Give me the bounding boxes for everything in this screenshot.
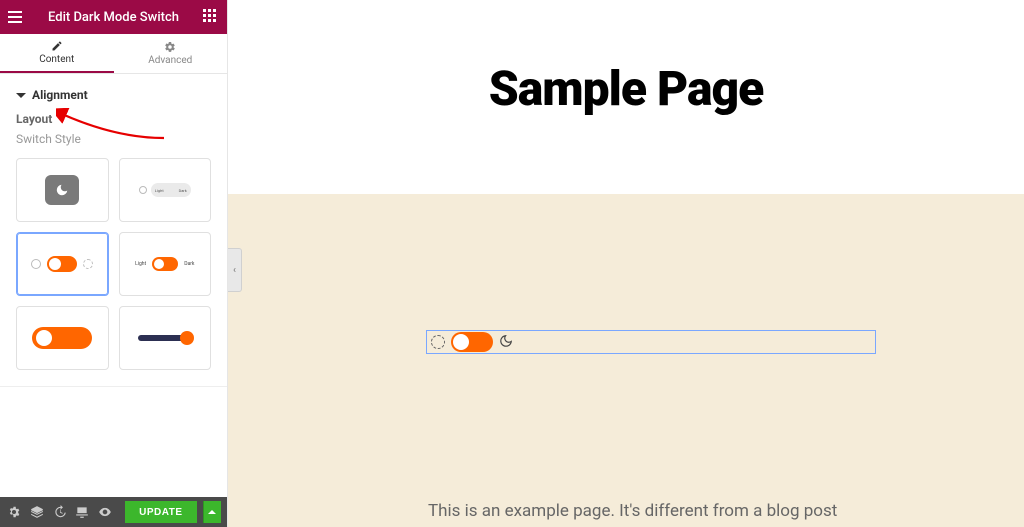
moon-block-icon (45, 175, 79, 205)
label-dark: Dark (184, 261, 194, 267)
tab-advanced-label: Advanced (148, 55, 192, 66)
pencil-icon (51, 40, 63, 52)
menu-icon[interactable] (8, 9, 24, 25)
section-alignment-header[interactable]: Alignment (0, 74, 227, 112)
collapse-panel-handle[interactable]: ‹ (228, 248, 242, 292)
moon-icon (499, 333, 513, 352)
settings-icon[interactable] (6, 502, 23, 522)
caret-up-icon (208, 510, 216, 514)
pill-toggle-icon (32, 327, 92, 349)
dark-mode-switch-widget[interactable] (426, 330, 876, 354)
update-button[interactable]: UPDATE (125, 501, 196, 523)
toggle-icon (152, 257, 178, 271)
responsive-icon[interactable] (74, 502, 91, 522)
switch-style-2[interactable]: Light Dark (119, 158, 212, 222)
tab-content[interactable]: Content (0, 34, 114, 73)
content-band (228, 194, 1024, 527)
switch-style-grid: Light Dark Lig (16, 158, 211, 370)
moon-icon (31, 259, 41, 269)
gear-icon (83, 259, 93, 269)
preview-icon[interactable] (97, 502, 114, 522)
switch-style-5[interactable] (16, 306, 109, 370)
preview-canvas: Sample Page ‹ This is an example page. I… (228, 0, 1024, 527)
section-alignment-title: Alignment (32, 88, 88, 102)
label-dark: Dark (179, 188, 187, 193)
toggle-icon (47, 256, 77, 272)
panel-body: Alignment Layout Switch Style (0, 74, 227, 497)
section-alignment-body: Layout Switch Style (0, 112, 227, 387)
widgets-grid-icon[interactable] (203, 9, 219, 25)
caret-down-icon (16, 93, 26, 98)
switch-style-2-preview: Light Dark (139, 183, 191, 197)
history-icon[interactable] (51, 502, 68, 522)
field-layout-label: Layout (16, 112, 211, 126)
switch-style-4-preview: Light Dark (135, 257, 194, 271)
switch-style-6[interactable] (119, 306, 212, 370)
navigator-icon[interactable] (29, 502, 46, 522)
panel-tabs: Content Advanced (0, 34, 227, 74)
gear-icon (139, 186, 147, 194)
label-light: Light (135, 261, 146, 267)
preview-body-text: This is an example page. It's different … (428, 501, 964, 521)
tab-advanced[interactable]: Advanced (114, 34, 228, 73)
sun-icon (431, 335, 445, 349)
gear-icon (164, 41, 176, 53)
page-title: Sample Page (228, 0, 1024, 197)
switch-style-1[interactable] (16, 158, 109, 222)
panel-footer: UPDATE (0, 497, 227, 527)
slider-toggle-icon (138, 335, 192, 341)
update-options-button[interactable] (203, 501, 221, 523)
switch-style-3-preview (31, 256, 93, 272)
dark-mode-toggle[interactable] (451, 332, 493, 352)
field-switch-style-label: Switch Style (16, 132, 211, 146)
panel-header: Edit Dark Mode Switch (0, 0, 227, 34)
tab-content-label: Content (39, 54, 74, 65)
switch-style-3[interactable] (16, 232, 109, 296)
switch-style-4[interactable]: Light Dark (119, 232, 212, 296)
chevron-left-icon: ‹ (233, 265, 236, 276)
elementor-sidebar: Edit Dark Mode Switch Content Advanced A… (0, 0, 228, 527)
panel-title: Edit Dark Mode Switch (48, 10, 179, 25)
label-light: Light (155, 188, 164, 193)
